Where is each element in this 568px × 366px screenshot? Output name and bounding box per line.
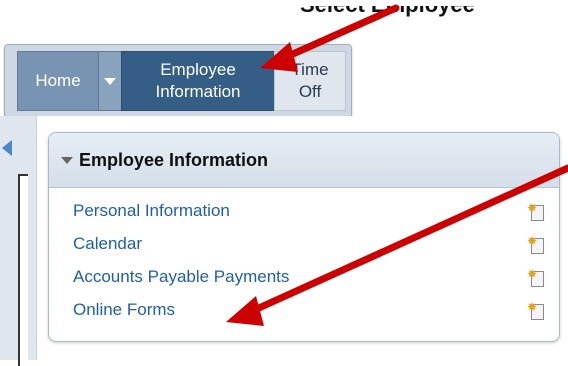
list-item: Calendar ✸ xyxy=(49,227,559,260)
link-calendar[interactable]: Calendar xyxy=(73,234,142,254)
tab-time-off[interactable]: Time Off xyxy=(274,51,346,111)
left-arrow-icon[interactable] xyxy=(2,140,12,156)
list-item: Accounts Payable Payments ✸ xyxy=(49,260,559,293)
add-favorite-icon[interactable]: ✸ xyxy=(527,268,544,287)
caret-down-icon[interactable] xyxy=(61,156,73,164)
panel-link-list: Personal Information ✸ Calendar ✸ Accoun… xyxy=(49,188,559,326)
home-dropdown-button[interactable] xyxy=(98,51,122,111)
link-online-forms[interactable]: Online Forms xyxy=(73,300,175,320)
annotation-caption: Select Employee xyxy=(300,0,475,17)
tab-time-label-line2: Off xyxy=(298,82,322,101)
panel-header[interactable]: Employee Information xyxy=(49,133,559,188)
top-nav-bar: Home Employee Information Time Off xyxy=(4,44,352,118)
tab-employee-information[interactable]: Employee Information xyxy=(121,51,275,111)
tab-time-label-line1: Time xyxy=(291,60,329,79)
add-favorite-icon[interactable]: ✸ xyxy=(527,202,544,221)
list-item: Personal Information ✸ xyxy=(49,194,559,227)
side-frame xyxy=(18,174,28,366)
add-favorite-icon[interactable]: ✸ xyxy=(527,301,544,320)
add-favorite-icon[interactable]: ✸ xyxy=(527,235,544,254)
caret-down-icon xyxy=(104,77,116,85)
employee-information-panel: Employee Information Personal Informatio… xyxy=(48,132,560,342)
link-accounts-payable-payments[interactable]: Accounts Payable Payments xyxy=(73,267,289,287)
tab-employee-label-line1: Employee xyxy=(160,60,236,79)
list-item: Online Forms ✸ xyxy=(49,293,559,326)
link-personal-information[interactable]: Personal Information xyxy=(73,201,230,221)
tab-employee-label-line2: Information xyxy=(155,82,241,101)
tab-home-label: Home xyxy=(35,71,81,90)
tab-home[interactable]: Home xyxy=(17,51,98,111)
panel-title: Employee Information xyxy=(79,149,269,170)
